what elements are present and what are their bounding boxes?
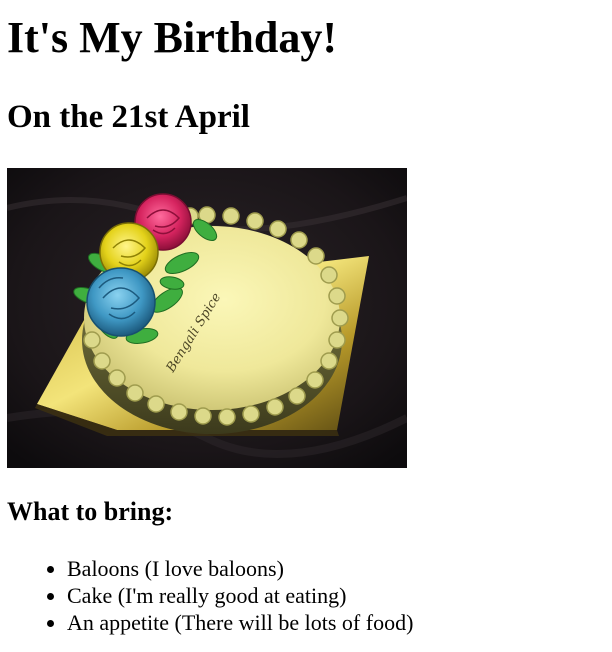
bring-list: Baloons (I love baloons) Cake (I'm reall… xyxy=(27,555,413,636)
list-item: Baloons (I love baloons) xyxy=(67,555,413,582)
page-subtitle: On the 21st April xyxy=(7,99,250,135)
page-title: It's My Birthday! xyxy=(7,13,337,62)
what-to-bring-heading: What to bring: xyxy=(7,497,174,526)
list-item: An appetite (There will be lots of food) xyxy=(67,609,413,636)
list-item: Cake (I'm really good at eating) xyxy=(67,582,413,609)
birthday-cake-image: Bengali Spice xyxy=(7,168,407,468)
page: It's My Birthday! On the 21st April Beng… xyxy=(0,0,612,652)
